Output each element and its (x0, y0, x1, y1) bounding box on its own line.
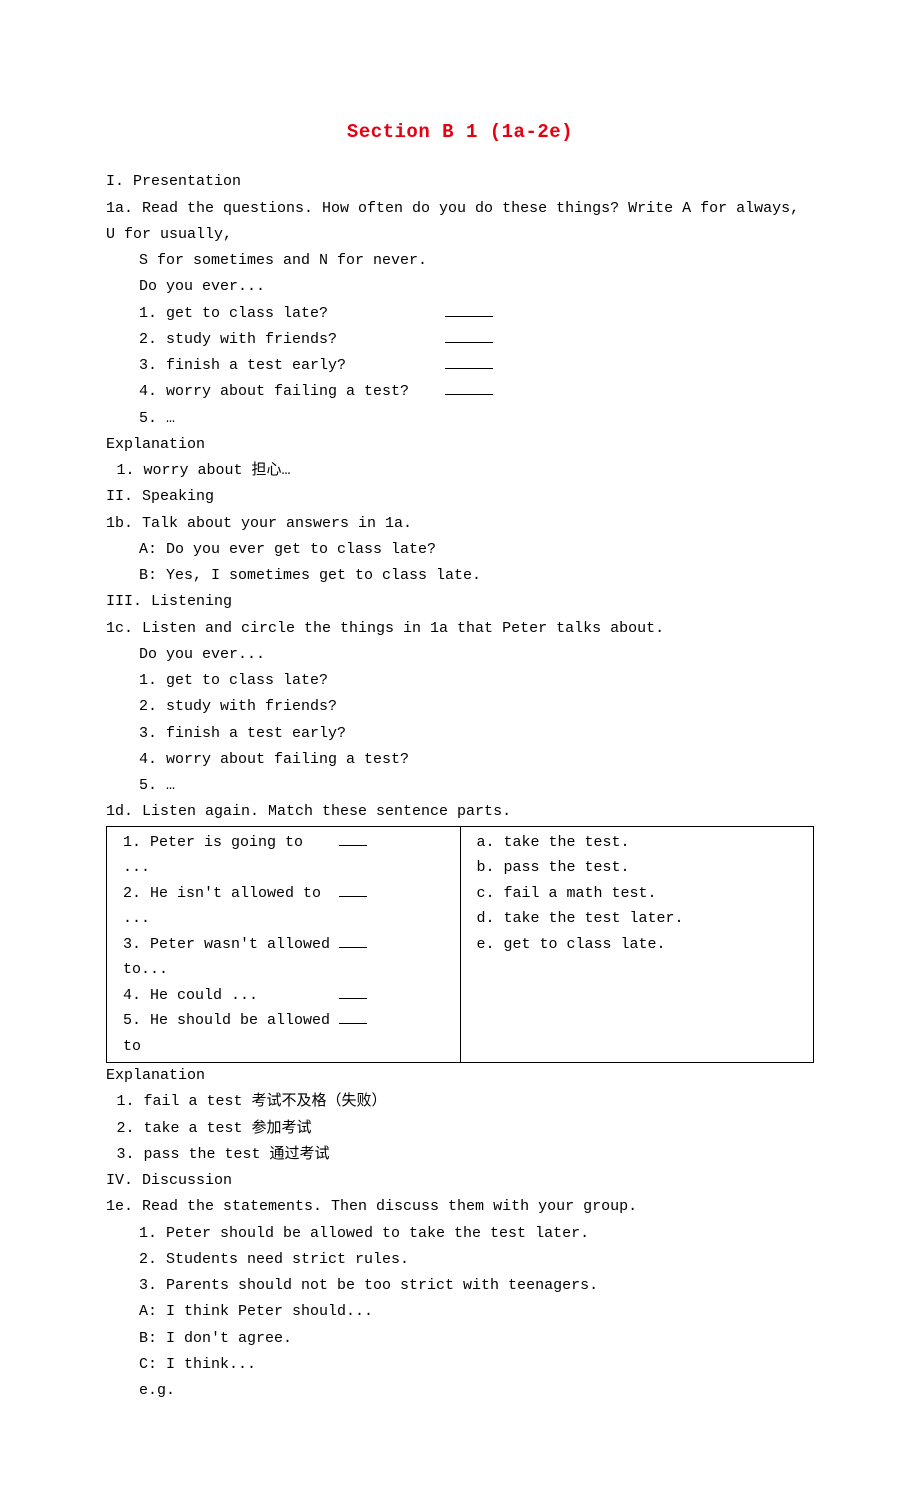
match-blank-2[interactable] (339, 881, 367, 897)
q1c-1: 1. get to class late? (106, 668, 814, 694)
match-left-3: 3. Peter wasn't allowed to... (123, 932, 333, 983)
match-left-cell: 1. Peter is going to ... 2. He isn't all… (107, 826, 461, 1063)
section-ii-heading: II. Speaking (106, 484, 814, 510)
dialog-1e-c: C: I think... (106, 1352, 814, 1378)
q1c-2: 2. study with friends? (106, 694, 814, 720)
dialog-1e-a: A: I think Peter should... (106, 1299, 814, 1325)
q1a-5: 5. … (106, 406, 814, 432)
page-title: Section B 1 (1a-2e) (106, 116, 814, 149)
explanation-2-item2: 2. take a test 参加考试 (106, 1116, 814, 1142)
q1a-3-text: 3. finish a test early? (139, 353, 439, 379)
match-left-5: 5. He should be allowed to (123, 1008, 333, 1059)
match-left-1: 1. Peter is going to ... (123, 830, 333, 881)
q1a-2: 2. study with friends? (106, 327, 814, 353)
match-right-a: a. take the test. (477, 830, 806, 856)
dialog-1b-b: B: Yes, I sometimes get to class late. (106, 563, 814, 589)
match-table: 1. Peter is going to ... 2. He isn't all… (106, 826, 814, 1064)
q1a-1-blank[interactable] (445, 301, 493, 317)
q1a-4-text: 4. worry about failing a test? (139, 379, 439, 405)
do-you-ever: Do you ever... (106, 274, 814, 300)
stmt-1e-1: 1. Peter should be allowed to take the t… (106, 1221, 814, 1247)
page: Section B 1 (1a-2e) I. Presentation 1a. … (0, 0, 920, 1504)
match-right-d: d. take the test later. (477, 906, 806, 932)
explanation-2-item3: 3. pass the test 通过考试 (106, 1142, 814, 1168)
q1c-5: 5. … (106, 773, 814, 799)
match-right-b: b. pass the test. (477, 855, 806, 881)
section-iv-heading: IV. Discussion (106, 1168, 814, 1194)
eg-label: e.g. (106, 1378, 814, 1404)
explanation-2-item1: 1. fail a test 考试不及格（失败） (106, 1089, 814, 1115)
q1c-4: 4. worry about failing a test? (106, 747, 814, 773)
explanation-2-label: Explanation (106, 1063, 814, 1089)
explanation-1-item1: 1. worry about 担心… (106, 458, 814, 484)
stmt-1e-2: 2. Students need strict rules. (106, 1247, 814, 1273)
q1a-4-blank[interactable] (445, 379, 493, 395)
q1a-1: 1. get to class late? (106, 301, 814, 327)
match-blank-4[interactable] (339, 983, 367, 999)
section-iii-heading: III. Listening (106, 589, 814, 615)
match-blank-1[interactable] (339, 830, 367, 846)
prompt-1a: 1a. Read the questions. How often do you… (106, 196, 814, 249)
q1a-2-blank[interactable] (445, 327, 493, 343)
prompt-1b: 1b. Talk about your answers in 1a. (106, 511, 814, 537)
q1a-3: 3. finish a test early? (106, 353, 814, 379)
q1a-2-text: 2. study with friends? (139, 327, 439, 353)
prompt-1d: 1d. Listen again. Match these sentence p… (106, 799, 814, 825)
dialog-1b-a: A: Do you ever get to class late? (106, 537, 814, 563)
prompt-1e: 1e. Read the statements. Then discuss th… (106, 1194, 814, 1220)
match-right-cell: a. take the test. b. pass the test. c. f… (460, 826, 814, 1063)
explanation-1-label: Explanation (106, 432, 814, 458)
q1a-4: 4. worry about failing a test? (106, 379, 814, 405)
match-right-e: e. get to class late. (477, 932, 806, 958)
q1a-1-text: 1. get to class late? (139, 301, 439, 327)
q1a-3-blank[interactable] (445, 353, 493, 369)
match-blank-5[interactable] (339, 1008, 367, 1024)
do-you-ever-1c: Do you ever... (106, 642, 814, 668)
stmt-1e-3: 3. Parents should not be too strict with… (106, 1273, 814, 1299)
match-left-2: 2. He isn't allowed to ... (123, 881, 333, 932)
q1c-3: 3. finish a test early? (106, 721, 814, 747)
match-left-4: 4. He could ... (123, 983, 333, 1009)
section-i-heading: I. Presentation (106, 169, 814, 195)
prompt-1a-cont: S for sometimes and N for never. (106, 248, 814, 274)
match-blank-3[interactable] (339, 932, 367, 948)
prompt-1c: 1c. Listen and circle the things in 1a t… (106, 616, 814, 642)
dialog-1e-b: B: I don't agree. (106, 1326, 814, 1352)
match-right-c: c. fail a math test. (477, 881, 806, 907)
